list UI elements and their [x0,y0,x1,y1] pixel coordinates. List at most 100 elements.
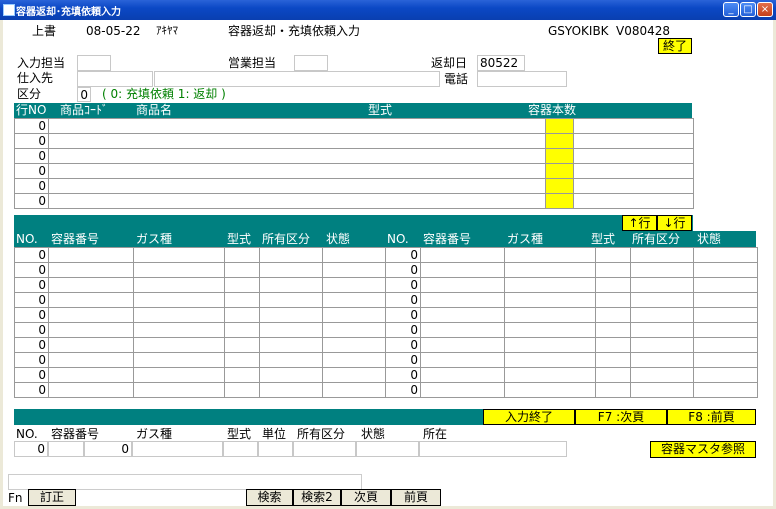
container-cell-right[interactable] [504,292,596,308]
container-cell-left[interactable] [224,322,260,338]
minimize-button[interactable]: _ [723,2,739,17]
container-cell-right[interactable] [630,292,694,308]
container-cell-right[interactable] [504,382,596,398]
container-cell-left[interactable] [133,262,225,278]
next-button[interactable]: 次頁 [341,489,391,506]
container-cell-right[interactable] [420,337,505,353]
product-row-info[interactable] [48,193,546,209]
container-cell-left[interactable] [224,292,260,308]
container-cell-right[interactable] [693,247,758,263]
container-cell-left[interactable] [224,307,260,323]
container-cell-right[interactable] [693,262,758,278]
container-cell-left[interactable] [224,262,260,278]
supplier-code-field[interactable] [77,71,153,87]
container-cell-right[interactable] [420,292,505,308]
container-cell-right[interactable] [420,367,505,383]
product-row-count[interactable] [545,163,574,179]
end-button[interactable]: 終了 [658,38,692,54]
container-cell-left[interactable] [322,337,386,353]
container-cell-left[interactable] [133,352,225,368]
container-cell-left[interactable] [322,247,386,263]
container-cell-right[interactable] [504,307,596,323]
container-cell-right[interactable] [420,247,505,263]
container-cell-left[interactable] [259,382,323,398]
container-cell-right[interactable] [595,247,631,263]
prev-page-button[interactable]: F8 :前頁 [667,409,756,425]
container-cell-left[interactable] [259,307,323,323]
container-cell-right[interactable] [630,337,694,353]
search2-button[interactable]: 検索2 [293,489,341,506]
container-cell-left[interactable] [322,262,386,278]
container-cell-left[interactable] [133,337,225,353]
container-cell-right[interactable] [630,352,694,368]
container-cell-right[interactable] [420,352,505,368]
input-staff-field[interactable] [77,55,111,71]
product-row-info[interactable] [48,178,546,194]
product-row-extra[interactable] [573,178,694,194]
entry-owner-field[interactable] [293,441,356,457]
product-row-info[interactable] [48,118,546,134]
container-cell-left[interactable] [224,247,260,263]
container-cell-left[interactable] [259,262,323,278]
product-row-info[interactable] [48,163,546,179]
product-row-extra[interactable] [573,133,694,149]
supplier-name-field[interactable] [154,71,440,87]
product-row-count[interactable] [545,118,574,134]
entry-location-field[interactable] [419,441,567,457]
container-cell-left[interactable] [133,367,225,383]
container-cell-left[interactable] [48,337,134,353]
container-cell-left[interactable] [224,367,260,383]
correct-button[interactable]: 訂正 [28,489,76,506]
container-cell-right[interactable] [595,307,631,323]
product-row-info[interactable] [48,133,546,149]
container-cell-right[interactable] [630,307,694,323]
container-cell-right[interactable] [693,277,758,293]
product-row-extra[interactable] [573,193,694,209]
container-cell-right[interactable] [630,277,694,293]
category-field[interactable]: 0 [77,87,91,102]
entry-gas-field[interactable] [132,441,223,457]
input-end-button[interactable]: 入力終了 [483,409,575,425]
product-row-info[interactable] [48,148,546,164]
container-cell-left[interactable] [48,292,134,308]
container-cell-left[interactable] [48,322,134,338]
container-cell-left[interactable] [133,247,225,263]
container-cell-left[interactable] [48,262,134,278]
maximize-button[interactable]: □ [740,2,756,17]
container-cell-left[interactable] [224,382,260,398]
container-cell-right[interactable] [420,322,505,338]
container-cell-left[interactable] [133,322,225,338]
container-cell-left[interactable] [322,367,386,383]
container-cell-left[interactable] [259,367,323,383]
container-cell-right[interactable] [693,367,758,383]
product-row-extra[interactable] [573,118,694,134]
container-cell-right[interactable] [630,262,694,278]
container-cell-right[interactable] [420,382,505,398]
container-cell-right[interactable] [504,247,596,263]
entry-number-field-1[interactable] [48,441,84,457]
container-cell-right[interactable] [693,307,758,323]
next-page-button[interactable]: F7 :次頁 [575,409,667,425]
container-cell-right[interactable] [630,322,694,338]
container-cell-right[interactable] [630,382,694,398]
container-cell-left[interactable] [133,382,225,398]
container-cell-right[interactable] [693,322,758,338]
entry-no-field[interactable]: 0 [14,441,48,457]
container-cell-right[interactable] [595,292,631,308]
container-cell-right[interactable] [630,247,694,263]
container-cell-right[interactable] [595,337,631,353]
container-cell-left[interactable] [259,322,323,338]
container-cell-right[interactable] [595,367,631,383]
container-cell-left[interactable] [259,277,323,293]
container-master-button[interactable]: 容器マスタ参照 [650,441,756,458]
container-cell-right[interactable] [504,367,596,383]
container-cell-right[interactable] [595,352,631,368]
container-cell-right[interactable] [693,352,758,368]
product-row-count[interactable] [545,178,574,194]
container-cell-left[interactable] [48,352,134,368]
container-cell-left[interactable] [224,352,260,368]
search-button[interactable]: 検索 [246,489,293,506]
container-cell-left[interactable] [48,382,134,398]
product-row-extra[interactable] [573,163,694,179]
product-row-extra[interactable] [573,148,694,164]
